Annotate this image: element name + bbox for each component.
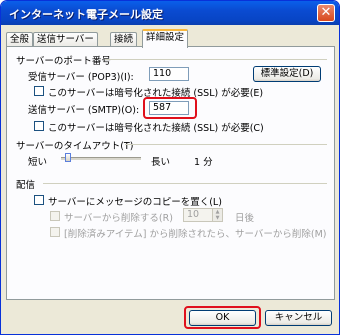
incoming-ssl-checkbox[interactable] (34, 86, 44, 96)
days-spinner[interactable]: ▲ ▼ (212, 208, 223, 222)
timeout-slider[interactable] (61, 151, 141, 165)
spin-down-icon[interactable]: ▼ (213, 215, 222, 221)
outgoing-port-input[interactable]: 587 (149, 101, 189, 115)
section-title-timeout: サーバーのタイムアウト(T) (16, 141, 134, 152)
remove-deleted-checkbox[interactable] (50, 227, 60, 237)
default-settings-button[interactable]: 標準設定(D) (253, 66, 321, 82)
slider-thumb[interactable] (65, 153, 71, 162)
divider (105, 59, 327, 60)
timeout-long-label: 長い (151, 157, 171, 168)
close-icon: ✕ (320, 5, 332, 20)
outgoing-ssl-label: このサーバーは暗号化された接続 (SSL) が必要(C) (48, 123, 264, 134)
cancel-button[interactable]: キャンセル (265, 310, 332, 326)
advanced-panel: サーバーのポート番号 受信サーバー (POP3)(I): 110 標準設定(D)… (6, 46, 335, 300)
incoming-port-label: 受信サーバー (POP3)(I): (28, 72, 134, 83)
outgoing-port-label: 送信サーバー (SMTP)(O): (28, 105, 140, 116)
days-unit-label: 日後 (235, 213, 255, 224)
outgoing-ssl-checkbox[interactable] (34, 121, 44, 131)
title-bar[interactable]: インターネット電子メール設定 ✕ (1, 1, 339, 25)
timeout-short-label: 短い (28, 157, 48, 168)
remove-after-checkbox[interactable] (50, 211, 60, 221)
remove-deleted-label: [削除済みアイテム] から削除されたら、サーバーから削除(M) (64, 229, 327, 240)
section-title-delivery: 配信 (16, 180, 36, 191)
tab-general[interactable]: 全般 (6, 32, 34, 46)
dialog-window: インターネット電子メール設定 ✕ 全般 送信サーバー 接続 詳細設定 サーバーの… (0, 0, 340, 335)
incoming-port-input[interactable]: 110 (149, 67, 189, 81)
keep-copy-checkbox[interactable] (34, 195, 44, 205)
tab-connection[interactable]: 接続 (110, 32, 138, 46)
timeout-value: 1 分 (194, 157, 213, 168)
ok-button[interactable]: OK (189, 310, 256, 326)
divider (43, 183, 327, 184)
remove-after-label: サーバーから削除する(R) (64, 213, 173, 224)
keep-copy-label: サーバーにメッセージのコピーを置く(L) (48, 197, 222, 208)
tab-outgoing-server[interactable]: 送信サーバー (33, 32, 98, 46)
divider (125, 144, 327, 145)
window-title: インターネット電子メール設定 (9, 8, 163, 21)
close-button[interactable]: ✕ (317, 4, 335, 22)
slider-track (61, 157, 141, 160)
section-title-ports: サーバーのポート番号 (16, 56, 111, 67)
tab-advanced[interactable]: 詳細設定 (142, 29, 189, 48)
